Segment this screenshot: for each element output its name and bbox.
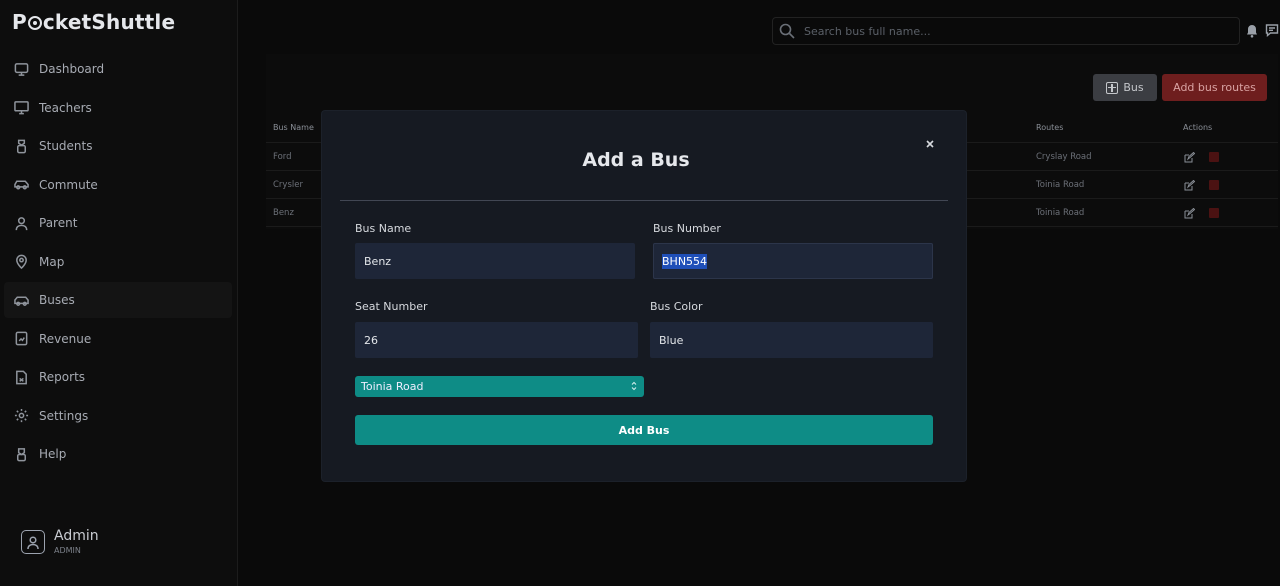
header-routes: Routes — [1036, 123, 1064, 132]
revenue-icon — [13, 331, 29, 347]
delete-icon[interactable] — [1209, 208, 1219, 218]
admin-name: Admin — [54, 528, 99, 544]
modal-title: Add a Bus — [582, 149, 690, 171]
add-bus-routes-button[interactable]: Add bus routes — [1162, 74, 1267, 101]
monitor-icon — [13, 100, 29, 116]
sidebar-item-reports[interactable]: Reports — [4, 359, 232, 395]
sidebar-item-label: Buses — [39, 293, 75, 307]
bus-name-value: Benz — [364, 254, 392, 268]
table-cell-route: Toinia Road — [1036, 180, 1085, 190]
sidebar-item-label: Teachers — [39, 100, 92, 115]
add-bus-button[interactable]: Bus — [1093, 74, 1157, 101]
route-select-value: Toinia Road — [361, 380, 424, 393]
header-actions: Actions — [1183, 123, 1213, 132]
bus-color-label: Bus Color — [650, 300, 703, 313]
delete-icon[interactable] — [1209, 180, 1219, 190]
logo-prefix: P — [12, 10, 27, 34]
route-select[interactable]: Toinia Road — [355, 376, 644, 397]
sidebar-item-label: Map — [39, 254, 65, 269]
bus-name-label: Bus Name — [355, 222, 412, 235]
bus-number-label: Bus Number — [653, 222, 721, 235]
seat-number-value: 26 — [364, 333, 378, 347]
search-bar[interactable]: Search bus full name... — [772, 17, 1240, 45]
table-cell-bus-name: Crysler — [273, 180, 303, 190]
sidebar-item-commute[interactable]: Commute — [4, 167, 232, 203]
sidebar-nav: Dashboard Teachers Students Commute Pare… — [4, 51, 232, 475]
sidebar-item-buses[interactable]: Buses — [4, 282, 232, 318]
app-logo[interactable]: PcketShuttle — [12, 10, 175, 34]
table-cell-bus-name: Ford — [273, 152, 292, 162]
select-arrows-icon — [631, 381, 637, 391]
add-bus-submit-button[interactable]: Add Bus — [355, 415, 933, 445]
edit-icon[interactable] — [1184, 180, 1195, 191]
plus-square-icon — [1106, 81, 1119, 94]
bell-icon[interactable] — [1246, 24, 1258, 38]
students-icon — [13, 138, 29, 154]
table-cell-bus-name: Benz — [273, 208, 294, 218]
bus-name-field[interactable]: Benz — [355, 243, 635, 279]
sidebar-item-dashboard[interactable]: Dashboard — [4, 51, 232, 87]
table-cell-route: Cryslay Road — [1036, 152, 1092, 162]
admin-profile[interactable]: Admin ADMIN — [21, 528, 99, 555]
sidebar-item-label: Revenue — [39, 331, 92, 346]
sidebar: PcketShuttle Dashboard Teachers Students… — [0, 0, 238, 586]
sidebar-item-revenue[interactable]: Revenue — [4, 321, 232, 357]
sidebar-item-label: Settings — [39, 408, 89, 423]
logo-pin-icon — [27, 16, 42, 30]
gear-icon — [13, 408, 29, 424]
add-bus-routes-label: Add bus routes — [1173, 81, 1256, 94]
sidebar-item-parent[interactable]: Parent — [4, 205, 232, 241]
sidebar-item-students[interactable]: Students — [4, 128, 232, 164]
delete-icon[interactable] — [1209, 152, 1219, 162]
bus-color-value: Blue — [659, 333, 684, 347]
search-icon — [779, 23, 795, 39]
sidebar-item-label: Commute — [39, 177, 98, 192]
user-icon — [13, 215, 29, 231]
bus-color-field[interactable]: Blue — [650, 322, 933, 358]
bus-icon — [13, 292, 29, 308]
add-bus-modal: Add a Bus Bus Name Benz Bus Number BHN55… — [322, 111, 966, 481]
sidebar-item-label: Help — [39, 447, 67, 461]
admin-role: ADMIN — [54, 546, 81, 555]
reports-icon — [13, 369, 29, 385]
seat-number-field[interactable]: 26 — [355, 322, 638, 358]
car-icon — [13, 177, 29, 193]
help-icon — [13, 446, 29, 462]
table-cell-route: Toinia Road — [1036, 208, 1085, 218]
map-pin-icon — [13, 254, 29, 270]
add-bus-submit-label: Add Bus — [618, 423, 670, 437]
seat-number-label: Seat Number — [355, 300, 428, 313]
avatar-icon — [21, 529, 45, 554]
sidebar-item-label: Reports — [39, 370, 86, 384]
modal-divider — [340, 200, 948, 201]
sidebar-item-settings[interactable]: Settings — [4, 398, 232, 434]
sidebar-item-label: Students — [39, 139, 93, 153]
sidebar-item-label: Dashboard — [39, 62, 105, 76]
dashboard-icon — [13, 61, 29, 77]
sidebar-item-label: Parent — [39, 216, 78, 230]
sidebar-item-help[interactable]: Help — [4, 436, 232, 472]
message-icon[interactable] — [1265, 23, 1279, 37]
logo-suffix: cketShuttle — [42, 10, 176, 34]
add-bus-button-label: Bus — [1123, 81, 1144, 94]
bus-number-value: BHN554 — [662, 253, 708, 269]
search-input[interactable]: Search bus full name... — [804, 25, 931, 38]
bus-number-field[interactable]: BHN554 — [653, 243, 933, 279]
edit-icon[interactable] — [1184, 152, 1195, 163]
sidebar-item-map[interactable]: Map — [4, 244, 232, 280]
edit-icon[interactable] — [1184, 208, 1195, 219]
sidebar-item-teachers[interactable]: Teachers — [4, 90, 232, 126]
header-bus-name: Bus Name — [273, 123, 314, 132]
close-icon[interactable] — [924, 138, 936, 150]
